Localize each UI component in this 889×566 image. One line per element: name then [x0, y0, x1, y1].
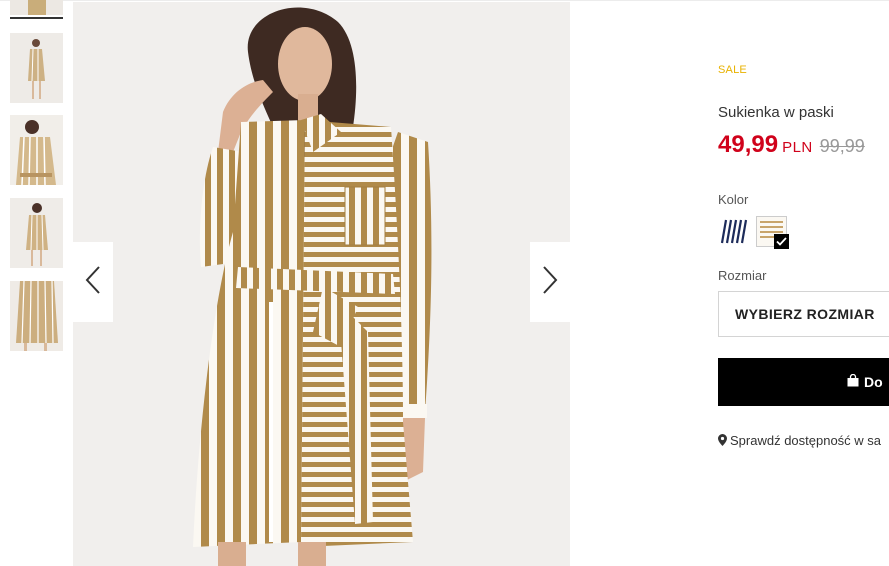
size-label: Rozmiar [718, 268, 767, 283]
currency: PLN [782, 139, 813, 156]
add-to-cart-button[interactable]: Do [718, 358, 889, 406]
thumbnail-5[interactable] [10, 281, 63, 351]
main-product-image [73, 2, 570, 566]
thumbnail-1[interactable] [10, 0, 63, 15]
thumbnail-3[interactable] [10, 115, 63, 185]
thumbnail-4[interactable] [10, 198, 63, 268]
selected-check-icon [774, 234, 789, 249]
sale-badge: SALE [718, 64, 747, 76]
product-title: Sukienka w paski [718, 104, 834, 121]
sale-price: 49,99 [718, 131, 779, 158]
color-swatch-navy[interactable] [718, 216, 749, 247]
color-label: Kolor [718, 192, 749, 207]
add-to-cart-label: Do [864, 374, 883, 390]
store-availability-link[interactable]: Sprawdź dostępność w sa [718, 433, 881, 449]
store-availability-label: Sprawdź dostępność w sa [730, 433, 882, 448]
gallery-prev-button[interactable] [73, 242, 113, 322]
thumbnail-2[interactable] [10, 33, 63, 103]
size-select[interactable]: WYBIERZ ROZMIAR [718, 291, 889, 337]
shopping-bag-icon [847, 373, 859, 390]
product-info-panel: SALE Sukienka w paski 49,99 PLN 99,99 Kolo… [718, 0, 889, 566]
price-block: 49,99 PLN 99,99 [718, 131, 865, 159]
gallery-next-button[interactable] [530, 242, 570, 322]
chevron-right-icon [542, 265, 558, 300]
location-pin-icon [718, 434, 727, 449]
thumbnail-active-indicator [10, 17, 63, 19]
original-price: 99,99 [819, 136, 865, 156]
chevron-left-icon [85, 265, 101, 300]
